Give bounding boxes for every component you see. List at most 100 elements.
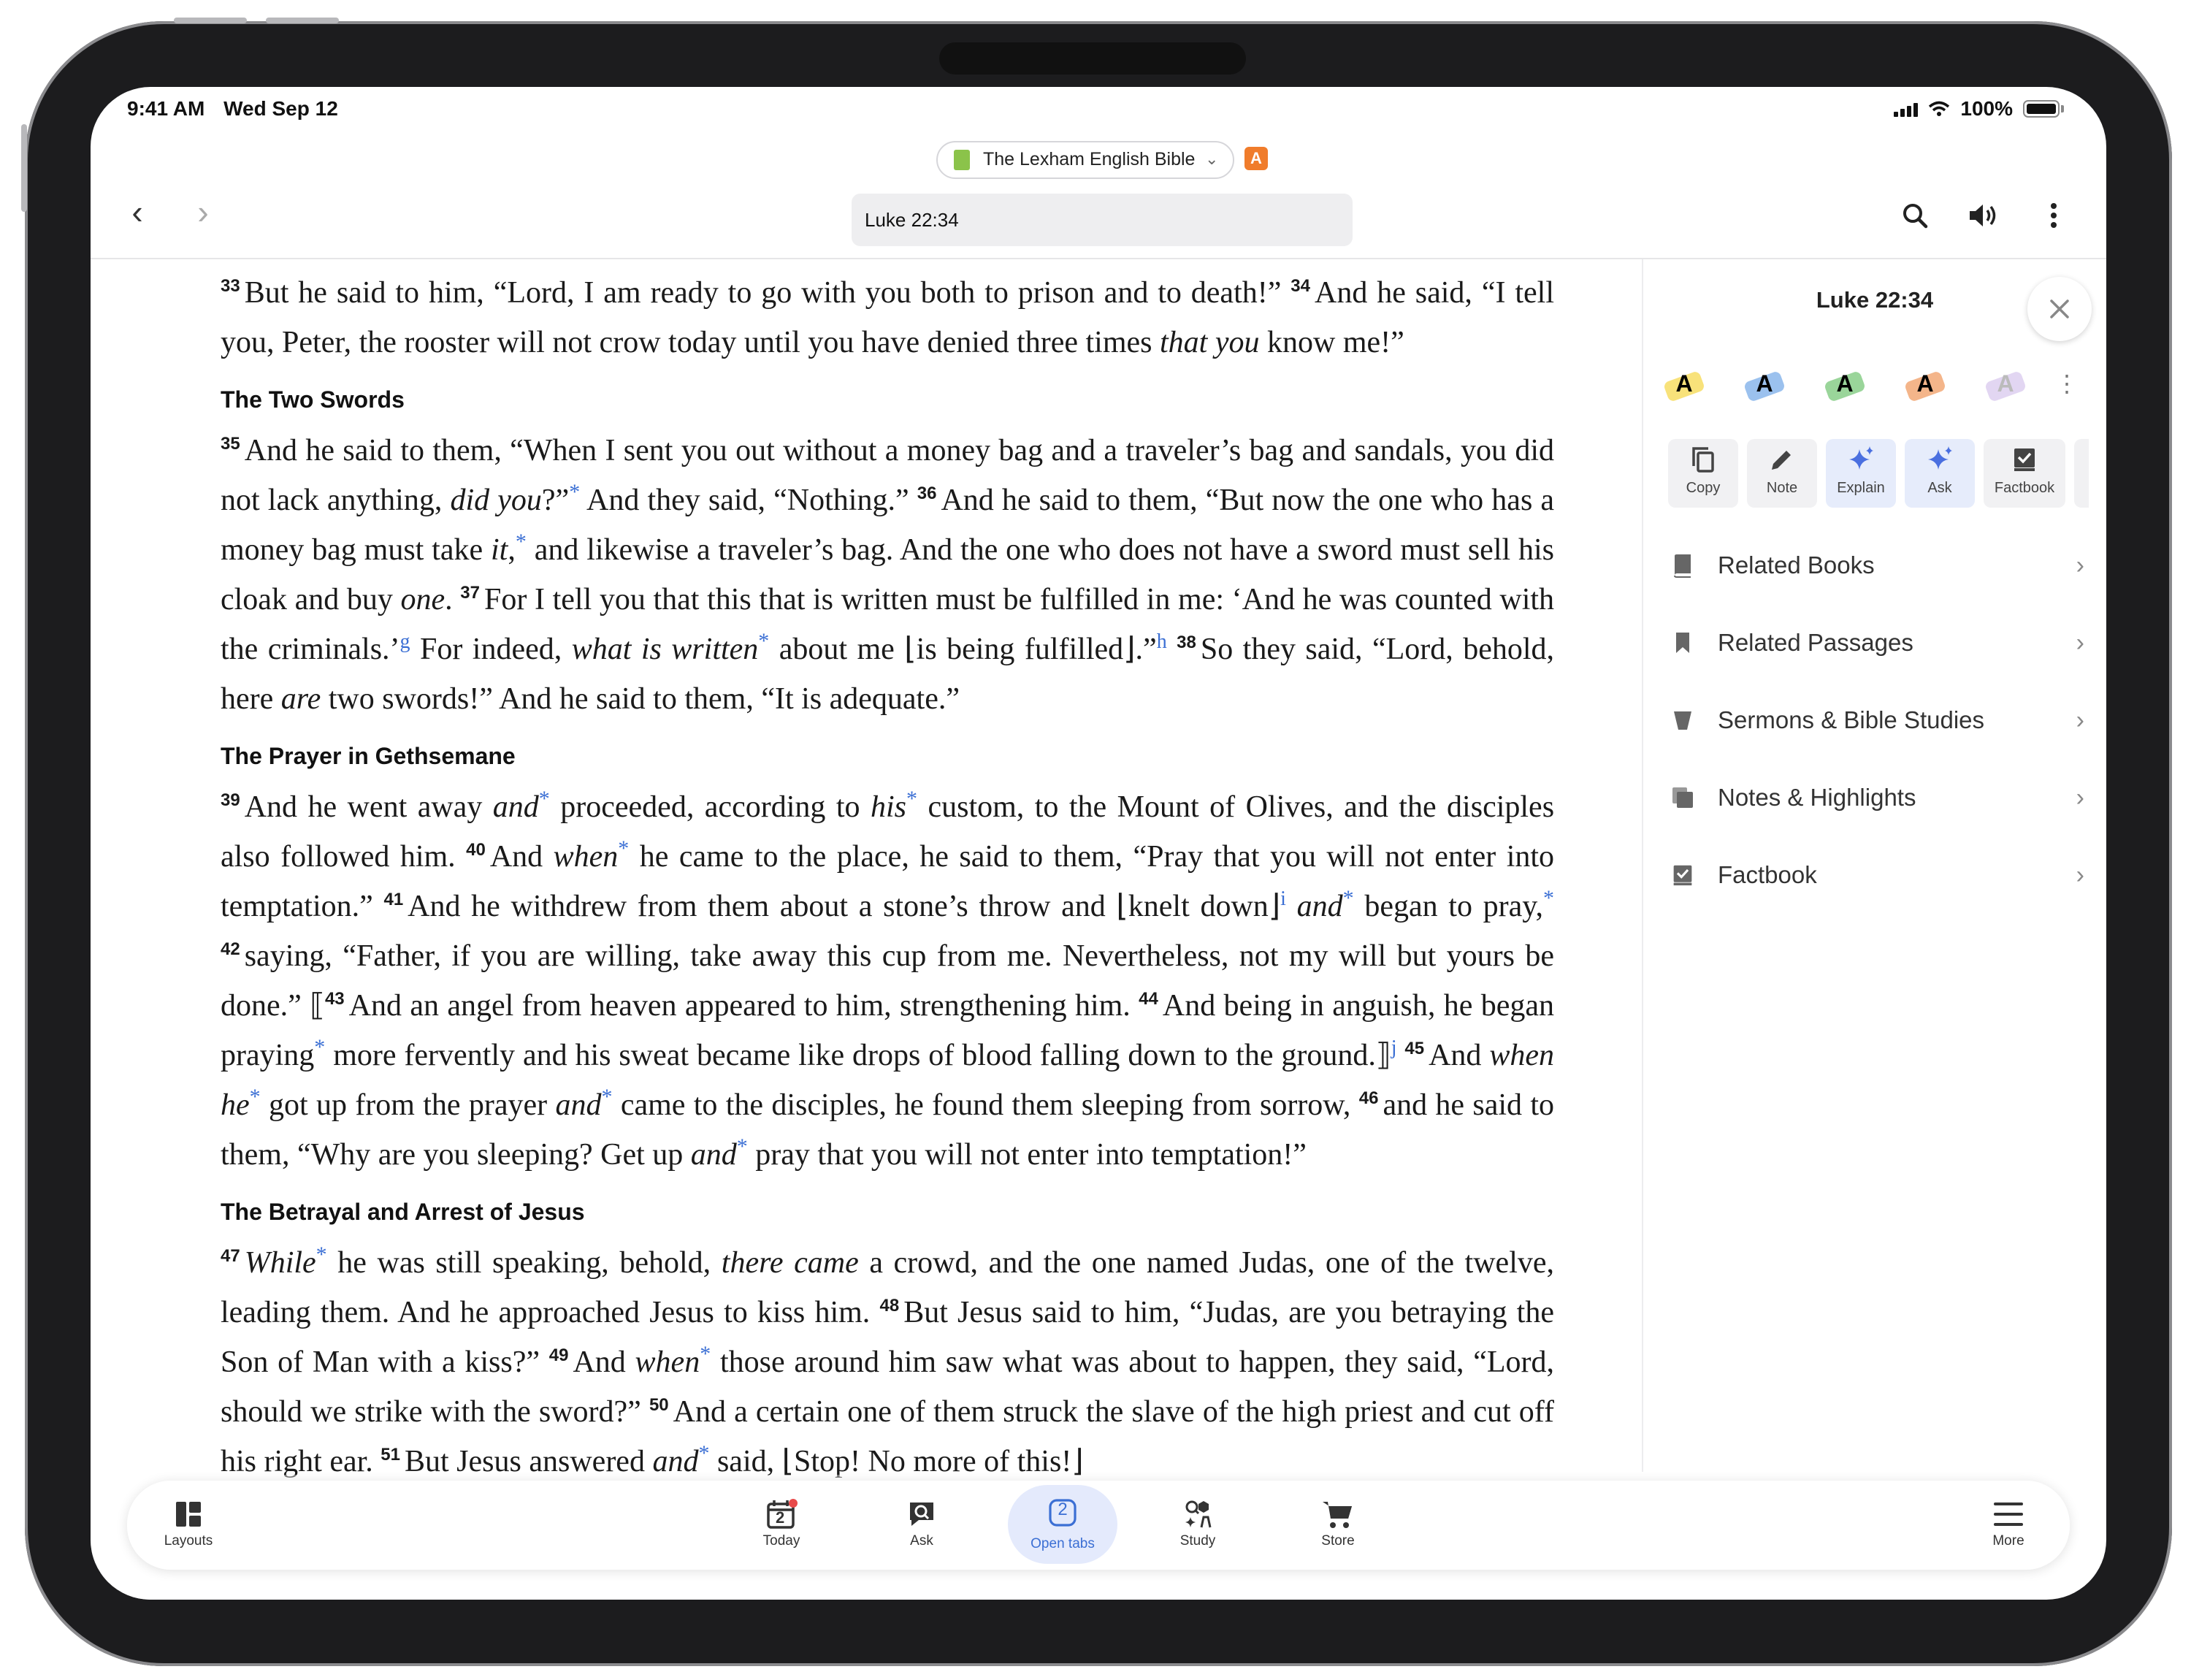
- resource-selector[interactable]: The Lexham English Bible ⌄: [936, 141, 1235, 179]
- copy-button[interactable]: Copy: [1668, 439, 1738, 508]
- verse-number[interactable]: 48: [879, 1296, 899, 1316]
- verse-text-italic[interactable]: and: [1297, 890, 1343, 923]
- speaker-icon[interactable]: [1962, 194, 2005, 237]
- menu-item-related-passages[interactable]: Related Passages ›: [1643, 604, 2106, 681]
- tab-ask[interactable]: Ask: [878, 1495, 966, 1549]
- verse-text[interactable]: came to the disciples, he found them sle…: [621, 1088, 1351, 1122]
- verse-text[interactable]: But Jesus answered: [405, 1445, 645, 1478]
- verse-number[interactable]: 41: [383, 890, 403, 909]
- verse-text[interactable]: about me ⌊is being fulfilled⌋.”: [779, 633, 1157, 666]
- highlight-yellow-button[interactable]: A: [1670, 369, 1699, 398]
- verse-text[interactable]: And: [490, 840, 543, 874]
- verse-text-italic[interactable]: there came: [722, 1246, 859, 1280]
- footnote-marker[interactable]: *: [516, 530, 527, 554]
- factbook-button[interactable]: Factbook: [1984, 439, 2065, 508]
- verse-number[interactable]: 35: [221, 434, 240, 454]
- tab-more[interactable]: More: [1965, 1495, 2052, 1549]
- verse-text[interactable]: And an angel from heaven appeared to him…: [349, 989, 1131, 1023]
- verse-text-italic[interactable]: and: [652, 1445, 698, 1478]
- footnote-marker[interactable]: *: [1343, 886, 1354, 910]
- verse-text[interactable]: And he went away: [245, 790, 483, 824]
- footnote-marker[interactable]: *: [700, 1342, 711, 1366]
- footnote-marker[interactable]: *: [618, 836, 629, 860]
- search-icon[interactable]: [1893, 194, 1937, 237]
- verse-text[interactable]: he was still speaking, behold,: [337, 1246, 711, 1280]
- verse-number[interactable]: 47: [221, 1246, 240, 1266]
- highlight-green-button[interactable]: A: [1830, 369, 1859, 398]
- verse-text[interactable]: more fervently and his sweat became like…: [333, 1039, 1391, 1072]
- footnote-marker[interactable]: *: [601, 1085, 612, 1109]
- verse-text-italic[interactable]: when: [635, 1345, 700, 1379]
- verse-text-italic[interactable]: that you: [1160, 326, 1259, 359]
- reference-input[interactable]: Luke 22:34: [852, 194, 1353, 246]
- footnote-link[interactable]: j: [1391, 1036, 1397, 1059]
- footnote-link[interactable]: g: [400, 630, 410, 653]
- verse-number[interactable]: 33: [221, 276, 240, 296]
- highlight-purple-button[interactable]: A: [1991, 369, 2020, 398]
- verse-text-italic[interactable]: it: [491, 533, 508, 567]
- verse-text[interactable]: pray that you will not enter into tempta…: [755, 1138, 1307, 1172]
- verse-text-italic[interactable]: his: [871, 790, 906, 824]
- verse-number[interactable]: 36: [917, 484, 937, 503]
- menu-item-related-books[interactable]: Related Books ›: [1643, 527, 2106, 604]
- verse-number[interactable]: 50: [649, 1395, 669, 1415]
- menu-item-factbook[interactable]: Factbook ›: [1643, 836, 2106, 914]
- verse-text-italic[interactable]: one: [401, 583, 446, 616]
- verse-text[interactable]: And: [1429, 1039, 1481, 1072]
- tab-today[interactable]: 2 Today: [738, 1495, 825, 1549]
- verse-number[interactable]: 40: [466, 840, 486, 860]
- verse-number[interactable]: 46: [1359, 1088, 1379, 1108]
- verse-text[interactable]: got up from the prayer: [269, 1088, 547, 1122]
- verse-text[interactable]: For indeed,: [420, 633, 562, 666]
- verse-number[interactable]: 37: [460, 583, 480, 603]
- more-vertical-icon[interactable]: [2032, 194, 2076, 237]
- verse-number[interactable]: 39: [221, 790, 240, 810]
- verse-text[interactable]: said, ⌊Stop! No more of this!⌋: [717, 1445, 1084, 1478]
- verse-text-italic[interactable]: and: [691, 1138, 737, 1172]
- verse-number[interactable]: 49: [549, 1345, 569, 1365]
- resource-badge[interactable]: A: [1244, 147, 1268, 170]
- verse-text[interactable]: But he said to him, “Lord, I am ready to…: [245, 276, 1282, 310]
- footnote-marker[interactable]: *: [906, 787, 917, 811]
- verse-number[interactable]: 45: [1404, 1039, 1424, 1058]
- verse-text[interactable]: And he withdrew from them about a stone’…: [408, 890, 1280, 923]
- verse-number[interactable]: 34: [1290, 276, 1310, 296]
- tab-layouts[interactable]: Layouts: [145, 1495, 232, 1549]
- verse-text[interactable]: And: [573, 1345, 625, 1379]
- ask-button[interactable]: Ask: [1905, 439, 1975, 508]
- verse-text-italic[interactable]: when: [554, 840, 619, 874]
- verse-text[interactable]: two swords!” And he said to them, “It is…: [329, 682, 960, 716]
- footnote-marker[interactable]: *: [758, 629, 769, 653]
- verse-text[interactable]: began to pray,: [1364, 890, 1543, 923]
- footnote-link[interactable]: i: [1280, 887, 1286, 910]
- highlight-orange-button[interactable]: A: [1911, 369, 1940, 398]
- verse-text-italic[interactable]: are: [281, 682, 321, 716]
- verse-number[interactable]: 44: [1139, 989, 1158, 1009]
- menu-item-notes-highlights[interactable]: Notes & Highlights ›: [1643, 759, 2106, 836]
- verse-text[interactable]: know me!”: [1267, 326, 1404, 359]
- tab-store[interactable]: Store: [1294, 1495, 1382, 1549]
- explain-button[interactable]: Explain: [1826, 439, 1896, 508]
- back-icon[interactable]: ‹: [117, 194, 158, 234]
- footnote-marker[interactable]: *: [539, 787, 550, 811]
- verse-text-italic[interactable]: what is written: [572, 633, 759, 666]
- verse-text-italic[interactable]: and: [555, 1088, 601, 1122]
- footnote-marker[interactable]: *: [569, 480, 580, 504]
- verse-number[interactable]: 42: [221, 939, 240, 959]
- verse-text[interactable]: ?”: [542, 484, 569, 517]
- tab-study[interactable]: Study: [1154, 1495, 1242, 1549]
- forward-icon[interactable]: ›: [183, 194, 223, 234]
- footnote-marker[interactable]: *: [316, 1242, 327, 1267]
- verse-text[interactable]: .: [445, 583, 453, 616]
- verse-text[interactable]: And they said, “Nothing.”: [586, 484, 909, 517]
- close-button[interactable]: [2027, 277, 2092, 341]
- verse-text[interactable]: ,: [508, 533, 516, 567]
- verse-text[interactable]: proceeded, according to: [560, 790, 860, 824]
- verse-text-italic[interactable]: While: [245, 1246, 316, 1280]
- footnote-marker[interactable]: *: [1543, 886, 1554, 910]
- footnote-marker[interactable]: *: [698, 1441, 709, 1465]
- note-button[interactable]: Note: [1747, 439, 1817, 508]
- action-overflow[interactable]: [2074, 439, 2089, 508]
- tab-open-tabs[interactable]: 2 Open tabs: [1008, 1485, 1117, 1564]
- verse-text-italic[interactable]: did you: [450, 484, 541, 517]
